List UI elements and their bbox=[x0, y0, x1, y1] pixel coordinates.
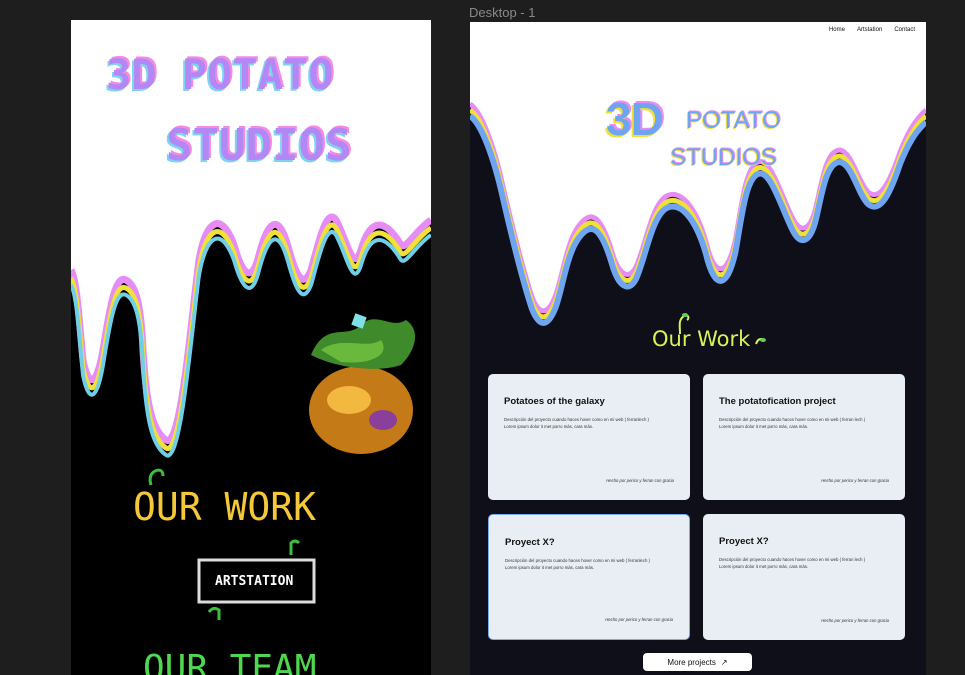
project-card[interactable]: Proyect X? Descripción del proyecto cuan… bbox=[703, 514, 905, 640]
card-desc: Lorem ipsum dolor it met porro más, cara… bbox=[719, 564, 809, 569]
card-desc: Descripción del proyecto cuando haces ho… bbox=[719, 417, 866, 422]
card-desc: Descripción del proyecto cuando haces ho… bbox=[505, 558, 650, 563]
nav-artstation[interactable]: Artstation bbox=[857, 27, 882, 33]
desktop-frame[interactable]: Home Artstation Contact 3D POTATO STUDIO… bbox=[470, 22, 926, 675]
card-credit: Hecho por perico y ferran con gracia bbox=[821, 478, 889, 483]
card-desc: Lorem ipsum dolor it met porro más, cara… bbox=[719, 424, 809, 429]
sketch-frame[interactable]: 3D POTATO STUDIOS OUR WORK ARTSTATION OU… bbox=[71, 20, 431, 675]
card-title: The potatofication project bbox=[719, 396, 836, 407]
more-projects-label: More projects bbox=[667, 657, 716, 667]
card-desc: Lorem ipsum dolor it met porro más, cara… bbox=[505, 565, 595, 570]
nav-home[interactable]: Home bbox=[829, 27, 845, 33]
more-projects-button[interactable]: More projects ↗ bbox=[643, 653, 752, 671]
project-card[interactable]: The potatofication project Descripción d… bbox=[703, 374, 905, 500]
sketch-our-work: OUR WORK bbox=[133, 485, 317, 529]
card-title: Potatoes of the galaxy bbox=[504, 396, 605, 407]
card-title: Proyect X? bbox=[719, 536, 769, 547]
project-card[interactable]: Potatoes of the galaxy Descripción del p… bbox=[488, 374, 690, 500]
logo-3d: 3D bbox=[606, 93, 664, 145]
card-desc: Descripción del proyecto cuando haces ho… bbox=[504, 417, 649, 422]
card-title: Proyect X? bbox=[505, 537, 555, 548]
project-card[interactable]: Proyect X? Descripción del proyecto cuan… bbox=[488, 514, 690, 640]
arrow-up-right-icon: ↗ bbox=[720, 657, 728, 667]
sketch-title-line2: STUDIOS bbox=[166, 120, 352, 171]
logo-potato: POTATO bbox=[686, 107, 781, 134]
card-desc: Descripción del proyecto cuando haces ho… bbox=[719, 557, 866, 562]
header-drip bbox=[470, 22, 926, 326]
card-credit: Hecho por perico y ferran con gracia bbox=[821, 618, 889, 623]
card-credit: Hecho por perico y ferran con gracia bbox=[606, 478, 674, 483]
frame-label[interactable]: Desktop - 1 bbox=[469, 5, 535, 20]
sketch-our-team: OUR TEAM bbox=[143, 648, 317, 675]
sketch-title-line1: 3D POTATO bbox=[106, 50, 334, 99]
top-nav: Home Artstation Contact bbox=[829, 27, 915, 33]
nav-contact[interactable]: Contact bbox=[894, 27, 915, 33]
sketch-artstation-label[interactable]: ARTSTATION bbox=[215, 574, 293, 589]
logo-studios: STUDIOS bbox=[670, 144, 777, 171]
card-desc: Lorem ipsum dolor it met porro más, cara… bbox=[504, 424, 594, 429]
section-title: Our Work bbox=[652, 327, 751, 351]
card-credit: Hecho por perico y ferran con gracia bbox=[605, 617, 673, 622]
